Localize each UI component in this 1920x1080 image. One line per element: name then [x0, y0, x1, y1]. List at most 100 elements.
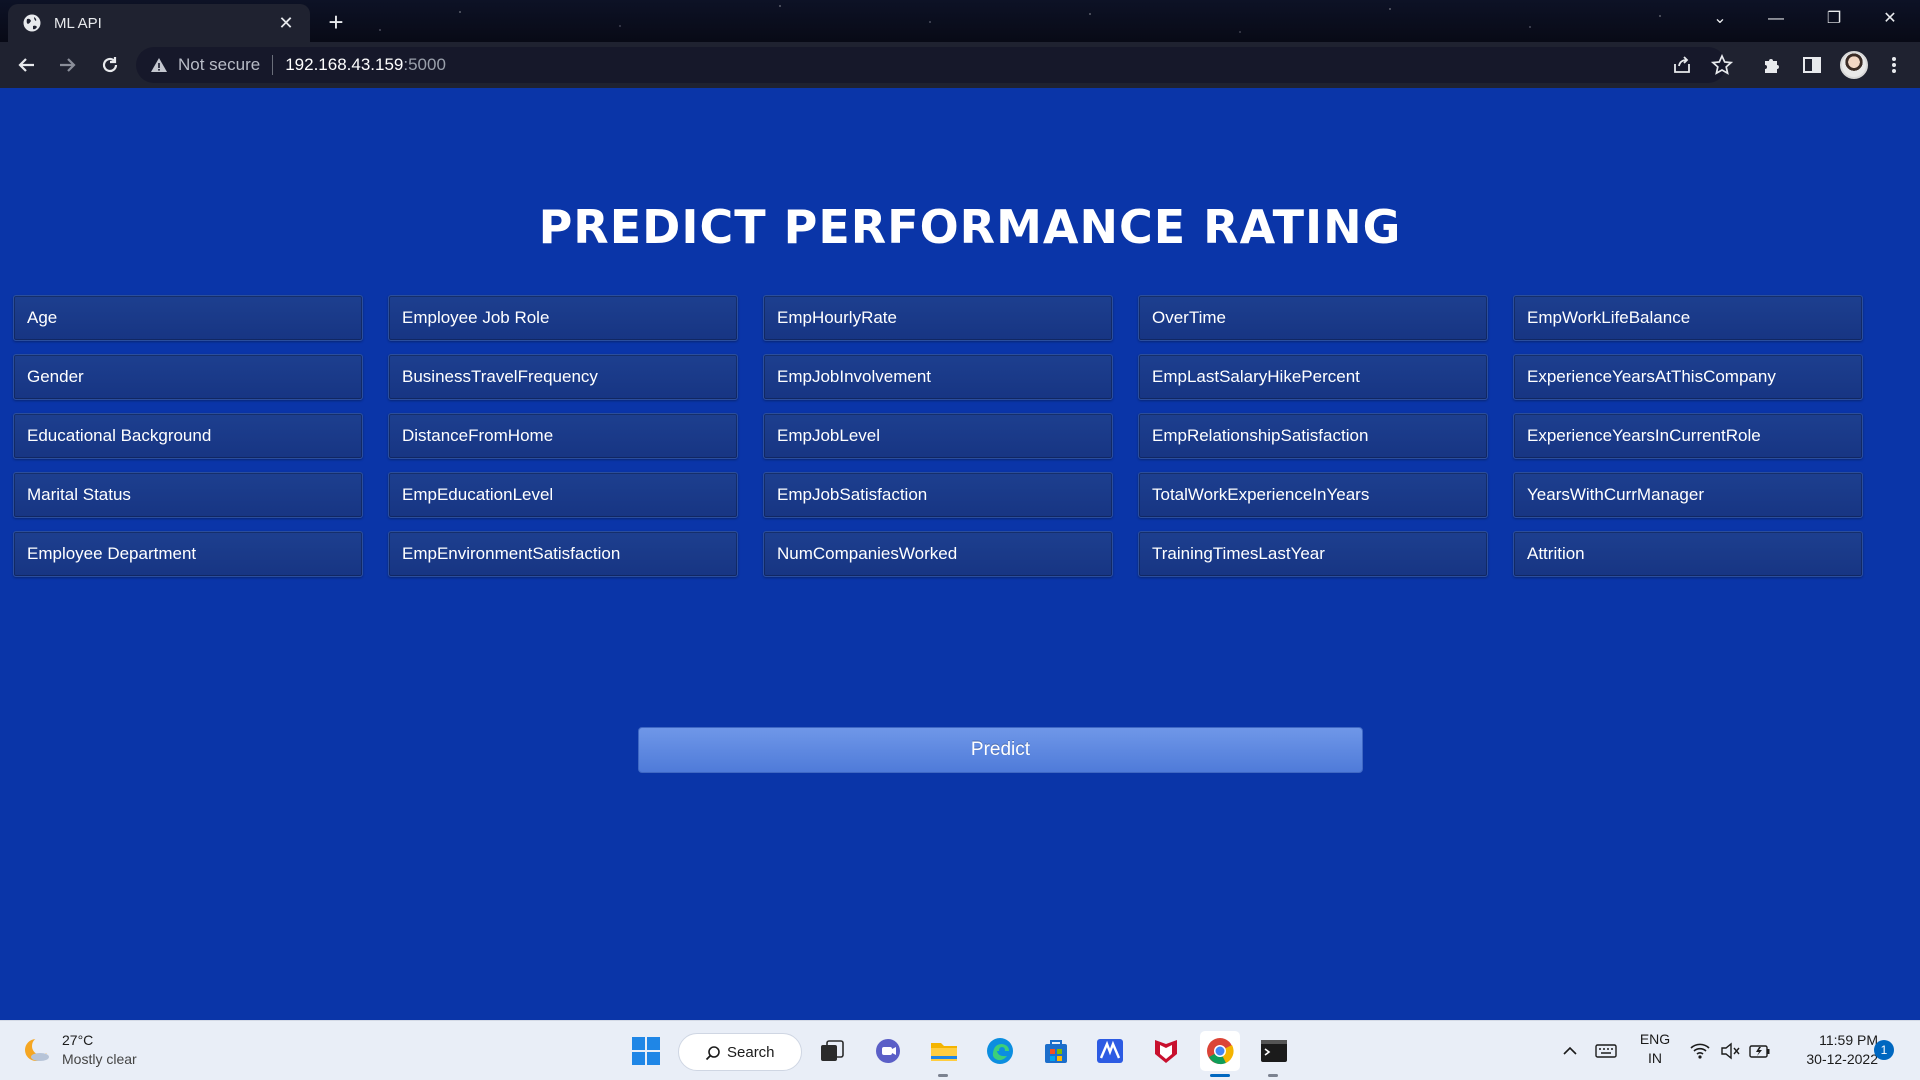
edge-button[interactable]: [980, 1031, 1020, 1071]
side-panel-icon: [1803, 57, 1821, 73]
input-experience-years-in-current-role[interactable]: [1513, 413, 1863, 459]
url-port: :5000: [403, 55, 446, 74]
running-indicator: [1268, 1074, 1278, 1077]
page-title: PREDICT PERFORMANCE RATING: [538, 200, 1402, 254]
notification-badge[interactable]: 1: [1874, 1040, 1894, 1060]
region-code: IN: [1648, 1050, 1662, 1066]
input-training-times-last-year[interactable]: [1138, 531, 1488, 577]
input-employee-job-role[interactable]: [388, 295, 738, 341]
store-button[interactable]: [1036, 1031, 1076, 1071]
input-emp-job-level[interactable]: [763, 413, 1113, 459]
puzzle-icon: [1765, 59, 1779, 73]
input-age[interactable]: [13, 295, 363, 341]
file-explorer-button[interactable]: [924, 1031, 964, 1071]
task-view-button[interactable]: [812, 1031, 852, 1071]
taskbar: 27°C Mostly clear Search ENG IN 11:59 PM…: [0, 1020, 1920, 1080]
input-emp-hourly-rate[interactable]: [763, 295, 1113, 341]
battery-charging-icon: [1749, 1045, 1770, 1058]
weather-description: Mostly clear: [62, 1051, 137, 1067]
weather-widget[interactable]: 27°C Mostly clear: [22, 1031, 137, 1069]
search-icon: [705, 1046, 720, 1061]
input-emp-work-life-balance[interactable]: [1513, 295, 1863, 341]
security-label[interactable]: Not secure: [178, 55, 260, 75]
reload-button[interactable]: [90, 45, 130, 85]
extensions-button[interactable]: [1752, 45, 1792, 85]
minimize-button[interactable]: —: [1748, 0, 1804, 38]
share-button[interactable]: [1662, 45, 1702, 85]
address-bar[interactable]: Not secure 192.168.43.159 :5000: [136, 47, 1726, 83]
clock[interactable]: 11:59 PM 30-12-2022: [1782, 1031, 1878, 1069]
chat-icon: [876, 1039, 900, 1063]
shield-icon: [1155, 1040, 1177, 1063]
browser-tab[interactable]: ML API ✕: [8, 4, 310, 42]
chevron-up-icon: [1563, 1046, 1577, 1055]
start-button[interactable]: [626, 1031, 666, 1071]
side-panel-button[interactable]: [1792, 45, 1832, 85]
input-business-travel-frequency[interactable]: [388, 354, 738, 400]
clock-time: 11:59 PM: [1819, 1032, 1878, 1048]
chrome-icon: [1207, 1038, 1234, 1065]
input-experience-years-at-this-company[interactable]: [1513, 354, 1863, 400]
share-icon: [1674, 56, 1690, 73]
globe-icon: [23, 14, 41, 32]
terminal-button[interactable]: [1254, 1031, 1294, 1071]
windows-icon: [632, 1037, 660, 1065]
close-window-button[interactable]: ✕: [1862, 0, 1918, 38]
keyboard-icon: [1595, 1044, 1617, 1058]
edge-icon: [987, 1038, 1013, 1064]
battery-button[interactable]: [1740, 1031, 1780, 1071]
menu-button[interactable]: [1874, 45, 1914, 85]
input-emp-job-satisfaction[interactable]: [763, 472, 1113, 518]
teams-chat-button[interactable]: [868, 1031, 908, 1071]
browser-toolbar: Not secure 192.168.43.159 :5000: [0, 42, 1920, 88]
chrome-button[interactable]: [1200, 1031, 1240, 1071]
bookmark-button[interactable]: [1702, 45, 1742, 85]
terminal-icon: [1261, 1040, 1287, 1062]
search-label: Search: [727, 1043, 775, 1061]
language-indicator[interactable]: ENG IN: [1630, 1030, 1680, 1068]
volume-muted-icon: [1721, 1042, 1740, 1060]
show-hidden-icons-button[interactable]: [1550, 1031, 1590, 1071]
input-total-work-experience-in-years[interactable]: [1138, 472, 1488, 518]
input-distance-from-home[interactable]: [388, 413, 738, 459]
input-educational-background[interactable]: [13, 413, 363, 459]
predict-button[interactable]: Predict: [638, 727, 1363, 773]
arrow-right-icon: [60, 58, 76, 72]
moon-icon: [25, 1037, 50, 1061]
input-emp-job-involvement[interactable]: [763, 354, 1113, 400]
reload-icon: [102, 57, 118, 73]
more-vert-icon: [1892, 57, 1896, 73]
taskbar-search[interactable]: Search: [678, 1033, 802, 1071]
page-content: PREDICT PERFORMANCE RATING Predict: [0, 88, 1920, 1020]
restore-button[interactable]: ❐: [1806, 0, 1862, 38]
input-years-with-curr-manager[interactable]: [1513, 472, 1863, 518]
input-overtime[interactable]: [1138, 295, 1488, 341]
star-icon: [1711, 54, 1733, 75]
address-divider: [272, 55, 274, 75]
input-emp-education-level[interactable]: [388, 472, 738, 518]
input-gender[interactable]: [13, 354, 363, 400]
tab-search-icon[interactable]: ⌄: [1692, 0, 1748, 38]
forward-button[interactable]: [48, 45, 88, 85]
new-tab-button[interactable]: +: [320, 7, 352, 39]
language-code: ENG: [1639, 1031, 1671, 1047]
weather-temperature: 27°C: [62, 1032, 94, 1048]
input-marital-status[interactable]: [13, 472, 363, 518]
input-emp-environment-satisfaction[interactable]: [388, 531, 738, 577]
mcafee-button[interactable]: [1146, 1031, 1186, 1071]
profile-button[interactable]: [1834, 45, 1874, 85]
arrow-left-icon: [18, 58, 34, 72]
tab-title: ML API: [54, 14, 102, 32]
back-button[interactable]: [6, 45, 46, 85]
store-icon: [1045, 1040, 1067, 1063]
avatar: [1840, 51, 1868, 79]
close-tab-icon[interactable]: ✕: [276, 13, 296, 34]
input-attrition[interactable]: [1513, 531, 1863, 577]
keyboard-button[interactable]: [1586, 1031, 1626, 1071]
input-num-companies-worked[interactable]: [763, 531, 1113, 577]
app-button-m[interactable]: [1090, 1031, 1130, 1071]
input-employee-department[interactable]: [13, 531, 363, 577]
input-emp-relationship-satisfaction[interactable]: [1138, 413, 1488, 459]
running-indicator: [938, 1074, 948, 1077]
input-emp-last-salary-hike-percent[interactable]: [1138, 354, 1488, 400]
